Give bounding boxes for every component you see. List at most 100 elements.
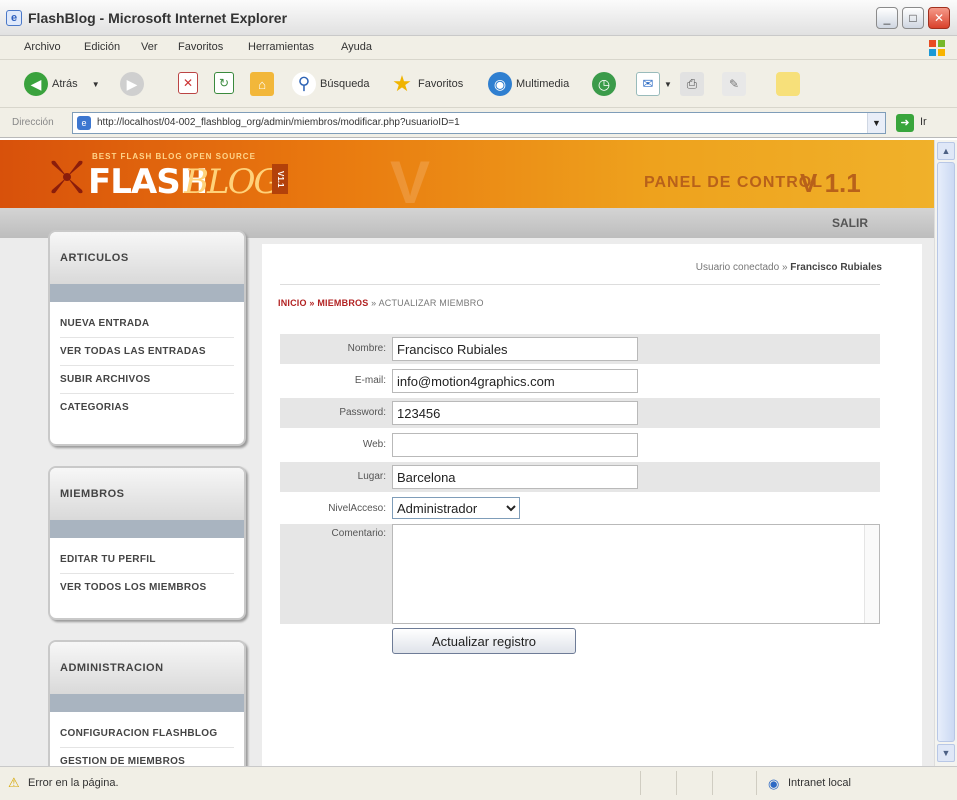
search-button[interactable]: ⚲ Búsqueda <box>292 72 370 96</box>
go-arrow-icon[interactable]: ➜ <box>896 114 914 132</box>
banner-watermark: V <box>390 149 431 216</box>
site-banner: BEST FLASH BLOG OPEN SOURCE FLASH BLOG V… <box>0 140 934 216</box>
sidebar-item-nueva-entrada[interactable]: NUEVA ENTRADA <box>60 310 234 338</box>
form-row-web: Web: <box>280 430 880 460</box>
window-title: FlashBlog - Microsoft Internet Explorer <box>28 10 288 26</box>
page-scrollbar[interactable]: ▲ ▼ <box>934 140 957 766</box>
menu-archivo[interactable]: Archivo <box>24 41 61 53</box>
menu-ver[interactable]: Ver <box>141 41 158 53</box>
scroll-thumb[interactable] <box>937 162 955 742</box>
scroll-up-icon[interactable]: ▲ <box>937 142 955 160</box>
status-divider <box>756 771 757 795</box>
windows-logo-icon <box>929 40 945 56</box>
comentario-label: Comentario: <box>331 528 386 539</box>
status-message: Error en la página. <box>28 777 119 789</box>
logo-blog-text: BLOG <box>184 162 281 202</box>
address-dropdown-icon[interactable]: ▼ <box>867 113 885 133</box>
connected-user-name: Francisco Rubiales <box>790 262 882 273</box>
home-button[interactable]: ⌂ <box>250 72 274 96</box>
breadcrumb: INICIO » MIEMBROS » ACTUALIZAR MIEMBRO <box>278 298 484 308</box>
edit-icon: ✎ <box>722 72 746 96</box>
window-titlebar: e FlashBlog - Microsoft Internet Explore… <box>0 0 957 36</box>
password-field[interactable] <box>392 401 638 425</box>
messenger-button[interactable] <box>776 72 800 96</box>
address-bar: Dirección e http://localhost/04-002_flas… <box>0 108 957 138</box>
ie-app-icon: e <box>6 10 22 26</box>
history-button[interactable]: ◷ <box>592 72 616 96</box>
search-icon: ⚲ <box>292 72 316 96</box>
email-field[interactable] <box>392 369 638 393</box>
history-icon: ◷ <box>592 72 616 96</box>
menu-edicion[interactable]: Edición <box>84 41 120 53</box>
go-label[interactable]: Ir <box>920 116 927 128</box>
sidebar-miembros-header: MIEMBROS <box>50 468 244 520</box>
nombre-field[interactable] <box>392 337 638 361</box>
sidebar-item-categorias[interactable]: CATEGORIAS <box>60 394 234 422</box>
logout-link[interactable]: SALIR <box>832 216 868 230</box>
multimedia-button[interactable]: ◉ Multimedia <box>488 72 569 96</box>
sidebar-item-ver-entradas[interactable]: VER TODAS LAS ENTRADAS <box>60 338 234 366</box>
web-field[interactable] <box>392 433 638 457</box>
connected-user: Usuario conectado » Francisco Rubiales <box>696 262 882 273</box>
password-label: Password: <box>339 407 386 418</box>
form-row-password: Password: <box>280 398 880 428</box>
warning-icon[interactable]: ⚠ <box>8 775 24 791</box>
nivel-label: NivelAcceso: <box>328 503 386 514</box>
home-icon: ⌂ <box>250 72 274 96</box>
edit-button[interactable]: ✎ <box>722 72 746 96</box>
minimize-button[interactable]: _ <box>876 7 898 29</box>
breadcrumb-current: ACTUALIZAR MIEMBRO <box>378 298 484 308</box>
refresh-button[interactable]: ↻ <box>214 72 234 94</box>
form-row-email: E-mail: <box>280 366 880 396</box>
favorites-star-icon: ★ <box>392 71 412 96</box>
breadcrumb-inicio[interactable]: INICIO <box>278 298 307 308</box>
menu-ayuda[interactable]: Ayuda <box>341 41 372 53</box>
sidebar-item-gestion-miembros[interactable]: GESTION DE MIEMBROS <box>60 748 234 766</box>
scroll-down-icon[interactable]: ▼ <box>937 744 955 762</box>
mail-icon: ✉ <box>636 72 660 96</box>
sidebar-item-editar-perfil[interactable]: EDITAR TU PERFIL <box>60 546 234 574</box>
sidebar-articulos-header: ARTICULOS <box>50 232 244 284</box>
browser-toolbar: ◀ Atrás ▼ ▶ ✕ ↻ ⌂ ⚲ Búsqueda ★ Favoritos… <box>0 60 957 108</box>
panel-version: V 1.1 <box>800 168 861 198</box>
form-row-nombre: Nombre: <box>280 334 880 364</box>
form-row-nivel: NivelAcceso: Administrador <box>280 494 880 524</box>
search-label: Búsqueda <box>320 78 370 90</box>
multimedia-label: Multimedia <box>516 78 570 90</box>
sidebar-item-configuracion[interactable]: CONFIGURACION FLASHBLOG <box>60 720 234 748</box>
comentario-textarea[interactable] <box>392 524 880 624</box>
close-button[interactable]: ✕ <box>928 7 950 29</box>
back-button[interactable]: ◀ Atrás ▼ <box>24 72 100 96</box>
stop-button[interactable]: ✕ <box>178 72 198 94</box>
favorites-label: Favoritos <box>418 78 464 90</box>
menu-favoritos[interactable]: Favoritos <box>178 41 223 53</box>
mail-dropdown-icon: ▼ <box>664 79 672 89</box>
content-divider <box>280 284 880 285</box>
back-dropdown-icon: ▼ <box>91 79 100 89</box>
breadcrumb-miembros[interactable]: MIEMBROS <box>317 298 368 308</box>
panel-title: PANEL DE CONTROL <box>644 174 823 191</box>
textarea-scrollbar[interactable] <box>864 525 879 623</box>
maximize-button[interactable]: □ <box>902 7 924 29</box>
update-record-button[interactable]: Actualizar registro <box>392 628 576 654</box>
mail-button[interactable]: ✉ ▼ <box>636 72 672 96</box>
forward-button[interactable]: ▶ <box>120 72 144 96</box>
form-row-lugar: Lugar: <box>280 462 880 492</box>
sidebar-articulos: ARTICULOS NUEVA ENTRADA VER TODAS LAS EN… <box>48 230 246 446</box>
email-label: E-mail: <box>354 375 386 386</box>
menu-herramientas[interactable]: Herramientas <box>248 41 314 53</box>
sidebar-item-subir-archivos[interactable]: SUBIR ARCHIVOS <box>60 366 234 394</box>
nombre-label: Nombre: <box>347 343 386 354</box>
page-viewport: BEST FLASH BLOG OPEN SOURCE FLASH BLOG V… <box>0 140 934 766</box>
sidebar-administracion: ADMINISTRACION CONFIGURACION FLASHBLOG G… <box>48 640 246 766</box>
flashblog-logo-icon <box>51 160 83 194</box>
sidebar-divider <box>50 694 244 712</box>
print-button[interactable]: ⎙ <box>680 72 704 96</box>
favorites-button[interactable]: ★ Favoritos <box>390 71 464 96</box>
status-divider <box>676 771 677 795</box>
lugar-field[interactable] <box>392 465 638 489</box>
nivel-select[interactable]: Administrador <box>392 497 520 519</box>
sidebar-item-ver-miembros[interactable]: VER TODOS LOS MIEMBROS <box>60 574 234 602</box>
logo-version-badge: V1.1 <box>272 164 288 194</box>
address-input[interactable]: e http://localhost/04-002_flashblog_org/… <box>72 112 886 134</box>
